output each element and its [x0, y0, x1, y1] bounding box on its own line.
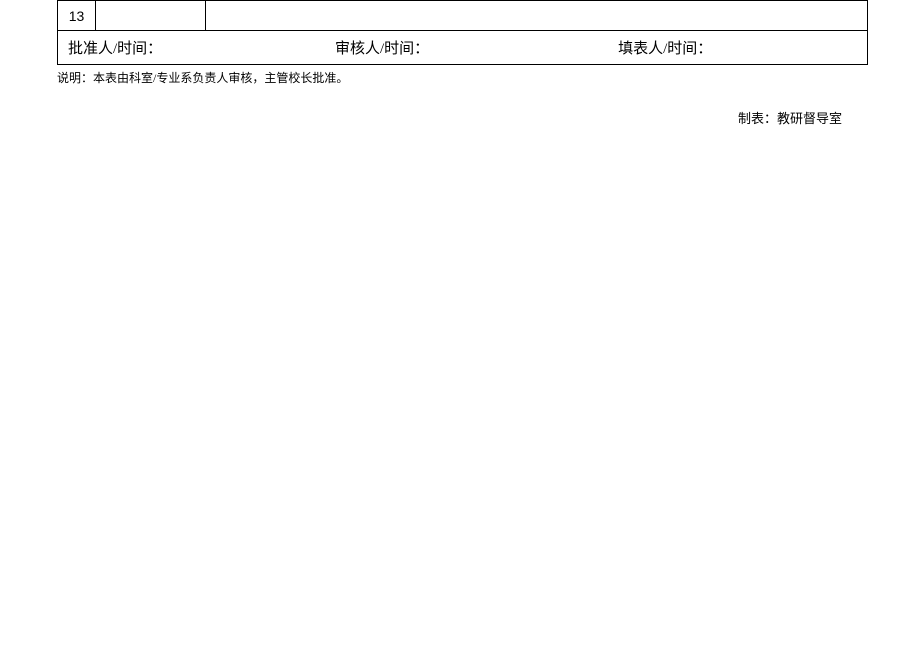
note-text: 说明：本表由科室/专业系负责人审核，主管校长批准。 [57, 69, 920, 86]
signature-cell: 批准人/时间： 审核人/时间： 填表人/时间： [58, 31, 868, 65]
empty-cell-2 [206, 1, 868, 31]
form-table: 13 批准人/时间： 审核人/时间： 填表人/时间： [57, 0, 868, 65]
approver-label: 批准人/时间： [68, 41, 162, 57]
empty-cell-1 [96, 1, 206, 31]
row-number-cell: 13 [58, 1, 96, 31]
footer-text: 制表：教研督导室 [0, 108, 842, 127]
table-row: 13 [58, 1, 868, 31]
reviewer-label: 审核人/时间： [335, 41, 429, 57]
preparer-label: 填表人/时间： [618, 41, 712, 57]
signature-row: 批准人/时间： 审核人/时间： 填表人/时间： [58, 31, 868, 65]
